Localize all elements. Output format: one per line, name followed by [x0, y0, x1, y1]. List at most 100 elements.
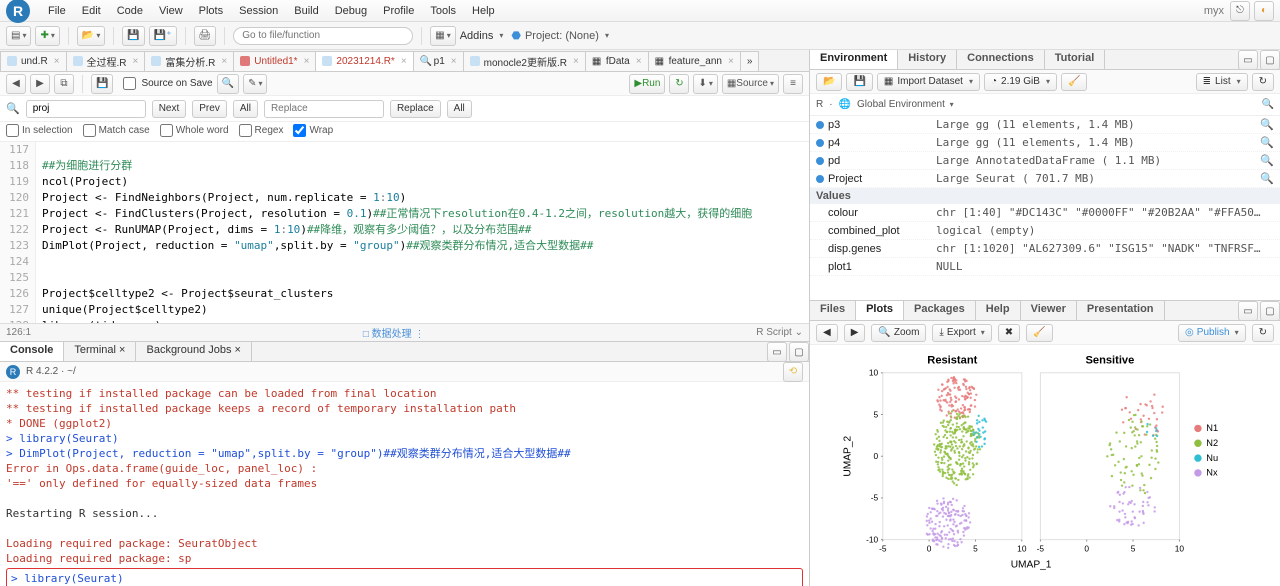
save-workspace-button[interactable]: 💾 [846, 73, 872, 91]
env-row[interactable]: p4Large gg (11 elements, 1.4 MB)🔍 [810, 134, 1280, 152]
opt-regex[interactable]: Regex [239, 124, 284, 137]
tab-plots[interactable]: Plots [856, 301, 904, 320]
forward-button[interactable]: ▶ [30, 74, 50, 94]
rerun-button[interactable]: ↻ [669, 74, 689, 94]
replace-button[interactable]: Replace [390, 100, 441, 118]
menu-plots[interactable]: Plots [191, 3, 231, 19]
tab-packages[interactable]: Packages [904, 301, 976, 320]
doc-tab[interactable]: 🔍p1× [413, 51, 464, 71]
outline-button[interactable]: ≡ [783, 74, 803, 94]
gc-brush-button[interactable]: 🧹 [1061, 73, 1087, 91]
grid-button[interactable]: ▦▾ [430, 26, 455, 46]
print-button[interactable]: 🖨 [194, 26, 217, 46]
minimize-icon[interactable]: ▭ [767, 342, 787, 362]
close-tab-icon[interactable]: × [221, 56, 227, 67]
new-file-button[interactable]: ▤▾ [6, 26, 31, 46]
env-scope-label[interactable]: Global Environment ▾ [857, 99, 954, 110]
doc-tab[interactable]: 富集分析.R× [144, 51, 234, 71]
help-icon[interactable]: ◐ [1254, 1, 1274, 21]
export-button[interactable]: ⤓ Export ▾ [932, 324, 991, 342]
menu-build[interactable]: Build [286, 3, 326, 19]
open-file-button[interactable]: 📂▾ [77, 26, 105, 46]
opt-whole-word[interactable]: Whole word [160, 124, 229, 137]
doc-tab[interactable]: monocle2更新版.R× [463, 51, 586, 71]
save-source-button[interactable]: 💾 [91, 74, 113, 94]
tab-files[interactable]: Files [810, 301, 856, 320]
plots-maximize-icon[interactable]: ▢ [1260, 301, 1280, 321]
env-search-icon[interactable]: 🔍 [1262, 99, 1274, 110]
env-row[interactable]: disp.geneschr [1:1020] "AL627309.6" "ISG… [810, 240, 1280, 258]
menu-session[interactable]: Session [231, 3, 286, 19]
zoom-button[interactable]: 🔍 Zoom [871, 324, 926, 342]
menu-profile[interactable]: Profile [375, 3, 422, 19]
close-tab-icon[interactable]: × [401, 56, 407, 67]
project-indicator[interactable]: ⬣ Project: (None) ▾ [511, 29, 609, 42]
env-row[interactable]: colourchr [1:40] "#DC143C" "#0000FF" "#2… [810, 204, 1280, 222]
env-row[interactable]: ProjectLarge Seurat ( 701.7 MB)🔍 [810, 170, 1280, 188]
tab-help[interactable]: Help [976, 301, 1021, 320]
tab-history[interactable]: History [898, 50, 957, 69]
sign-out-icon[interactable]: ⎋ [1230, 1, 1250, 21]
opt-match-case[interactable]: Match case [83, 124, 150, 137]
run-button[interactable]: ▶ Run [629, 74, 665, 94]
goto-input[interactable] [233, 27, 413, 45]
doc-tab[interactable]: Untitled1*× [233, 51, 316, 71]
env-row[interactable]: p3Large gg (11 elements, 1.4 MB)🔍 [810, 116, 1280, 134]
tab-environment[interactable]: Environment [810, 50, 898, 69]
env-maximize-icon[interactable]: ▢ [1260, 50, 1280, 70]
close-tab-icon[interactable]: × [451, 56, 457, 67]
tab-viewer[interactable]: Viewer [1021, 301, 1077, 320]
remove-plot-button[interactable]: ✖ [998, 324, 1020, 342]
menu-view[interactable]: View [151, 3, 191, 19]
replace-all-button[interactable]: All [447, 100, 472, 118]
clear-console-icon[interactable]: ⟲ [783, 362, 803, 382]
opt-in-selection[interactable]: In selection [6, 124, 73, 137]
close-tab-icon[interactable]: × [636, 56, 642, 67]
goto-file-function[interactable] [233, 27, 413, 45]
menu-help[interactable]: Help [464, 3, 503, 19]
env-row[interactable]: pdLarge AnnotatedDataFrame ( 1.1 MB)🔍 [810, 152, 1280, 170]
code-editor[interactable]: 117118##为细胞进行分群119ncol(Project)120Projec… [0, 142, 809, 323]
env-minimize-icon[interactable]: ▭ [1238, 50, 1258, 70]
refresh-env-button[interactable]: ↻ [1252, 73, 1274, 91]
load-workspace-button[interactable]: 📂 [816, 73, 842, 91]
find-all-button[interactable]: All [233, 100, 258, 118]
publish-button[interactable]: ◎ Publish ▾ [1178, 324, 1246, 342]
import-dataset-button[interactable]: ▦ Import Dataset ▾ [877, 73, 980, 91]
close-tab-icon[interactable]: × [133, 56, 139, 67]
tab-terminal[interactable]: Terminal × [64, 342, 136, 361]
find-input[interactable] [26, 100, 146, 118]
plot-prev-button[interactable]: ◀ [816, 324, 838, 342]
plots-minimize-icon[interactable]: ▭ [1238, 301, 1258, 321]
environment-list[interactable]: p3Large gg (11 elements, 1.4 MB)🔍p4Large… [810, 116, 1280, 300]
save-button[interactable]: 💾 [122, 26, 144, 46]
opt-wrap[interactable]: Wrap [293, 124, 333, 137]
doc-tab[interactable]: ▦fData× [585, 51, 649, 71]
tab-console[interactable]: Console [0, 342, 64, 361]
tab-presentation[interactable]: Presentation [1077, 301, 1165, 320]
back-button[interactable]: ◀ [6, 74, 26, 94]
find-prev-button[interactable]: Prev [192, 100, 227, 118]
doc-tab[interactable]: 20231214.R*× [315, 51, 413, 71]
console-output[interactable]: ** testing if installed package can be l… [0, 382, 809, 586]
view-mode-dropdown[interactable]: ≣ List ▾ [1196, 73, 1248, 91]
menu-debug[interactable]: Debug [327, 3, 375, 19]
source-dropdown[interactable]: ⬇▾ [693, 74, 717, 94]
source-on-save-checkbox[interactable]: Source on Save [117, 77, 212, 90]
menu-edit[interactable]: Edit [74, 3, 109, 19]
replace-input[interactable] [264, 100, 384, 118]
close-tab-icon[interactable]: × [573, 56, 579, 67]
plot-next-button[interactable]: ▶ [844, 324, 866, 342]
menu-code[interactable]: Code [109, 3, 151, 19]
clear-plots-button[interactable]: 🧹 [1026, 324, 1052, 342]
close-tab-icon[interactable]: × [304, 56, 310, 67]
doc-tab[interactable]: ▦feature_ann× [648, 51, 741, 71]
refresh-plot-button[interactable]: ↻ [1252, 324, 1274, 342]
memory-indicator[interactable]: ◔ 2.19 GiB ▾ [984, 73, 1057, 91]
addins-dropdown[interactable]: Addins▾ [460, 30, 504, 42]
wand-button[interactable]: ✎ ▾ [243, 74, 267, 94]
find-button[interactable]: 🔍 [217, 74, 239, 94]
close-tab-icon[interactable]: × [728, 56, 734, 67]
show-in-new-window-button[interactable]: ⧉ [54, 74, 74, 94]
tab-connections[interactable]: Connections [957, 50, 1045, 69]
